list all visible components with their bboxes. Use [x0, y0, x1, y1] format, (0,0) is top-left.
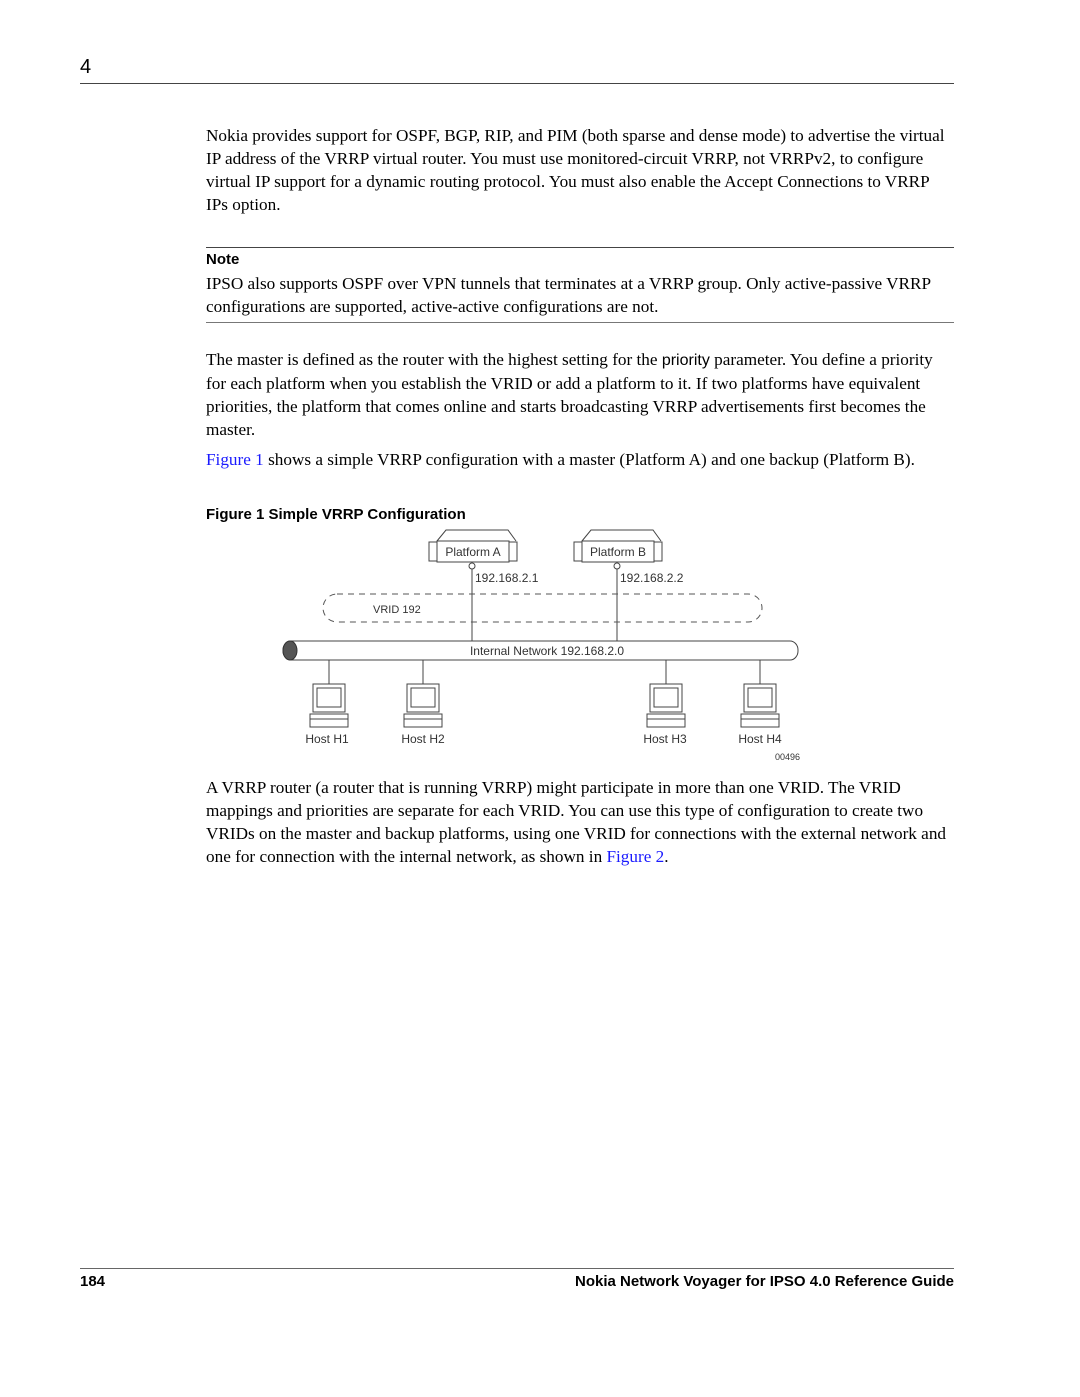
platform-a-left-ear	[428, 541, 438, 562]
host-h1-screen	[316, 687, 342, 708]
note-rule-top	[206, 247, 954, 248]
paragraph-multiple-vrids: A VRRP router (a router that is running …	[206, 776, 954, 868]
header-rule	[80, 83, 954, 84]
platform-b-label: Platform B	[590, 545, 646, 559]
p2-text-before: The master is defined as the router with…	[206, 350, 662, 369]
priority-term: priority	[661, 352, 710, 369]
host-h4-screen	[747, 687, 773, 708]
host-h2: Host H2	[401, 660, 445, 746]
platform-b: Platform B 192.168.2.2	[573, 529, 684, 585]
p4-text-before: A VRRP router (a router that is running …	[206, 778, 947, 866]
network-label: Internal Network 192.168.2.0	[470, 644, 624, 658]
platform-a-top	[436, 529, 517, 542]
note-rule-bottom	[206, 322, 954, 323]
host-h1-label: Host H1	[305, 732, 349, 746]
host-h2-label: Host H2	[401, 732, 445, 746]
footer-doc-title: Nokia Network Voyager for IPSO 4.0 Refer…	[574, 1273, 954, 1290]
paragraph-routing-protocols: Nokia provides support for OSPF, BGP, RI…	[206, 126, 945, 214]
figure-id: 00496	[775, 752, 800, 762]
paragraph-master-definition: The master is defined as the router with…	[206, 348, 954, 441]
note-title: Note	[206, 251, 240, 268]
footer-rule	[80, 1268, 954, 1269]
platform-b-ip: 192.168.2.2	[620, 571, 684, 585]
host-h2-screen	[410, 687, 436, 708]
chapter-number: 4	[80, 56, 92, 78]
host-h2-base-icon	[403, 713, 443, 728]
note-body: IPSO also supports OSPF over VPN tunnels…	[206, 274, 931, 316]
figure-caption: Figure 1 Simple VRRP Configuration	[206, 506, 466, 523]
platform-b-right-ear	[653, 541, 663, 562]
platform-a-port-icon	[468, 562, 476, 570]
network-pipe-cap	[282, 640, 298, 661]
host-h4-label: Host H4	[738, 732, 782, 746]
figure-2-link[interactable]: Figure 2	[606, 847, 664, 866]
figure-1-link[interactable]: Figure 1	[206, 450, 264, 469]
platform-b-top	[581, 529, 662, 542]
platform-a: Platform A 192.168.2.1	[428, 529, 539, 585]
host-h3: Host H3	[643, 660, 687, 746]
platform-a-label: Platform A	[445, 545, 500, 559]
host-h3-screen	[653, 687, 679, 708]
host-h1-base-icon	[309, 713, 349, 728]
platform-a-ip: 192.168.2.1	[475, 571, 539, 585]
host-h3-base-icon	[646, 713, 686, 728]
host-h4: Host H4	[738, 660, 782, 746]
footer-page-number: 184	[80, 1273, 106, 1290]
platform-a-right-ear	[508, 541, 518, 562]
platform-b-left-ear	[573, 541, 583, 562]
p3-text-after: shows a simple VRRP configuration with a…	[263, 450, 915, 469]
paragraph-figure-intro: Figure 1 shows a simple VRRP configurati…	[206, 448, 954, 471]
p4-text-after: .	[664, 847, 669, 866]
vrid-label: VRID 192	[373, 604, 421, 616]
host-h1: Host H1	[305, 660, 349, 746]
host-h4-base-icon	[740, 713, 780, 728]
platform-b-port-icon	[613, 562, 621, 570]
host-h3-label: Host H3	[643, 732, 687, 746]
